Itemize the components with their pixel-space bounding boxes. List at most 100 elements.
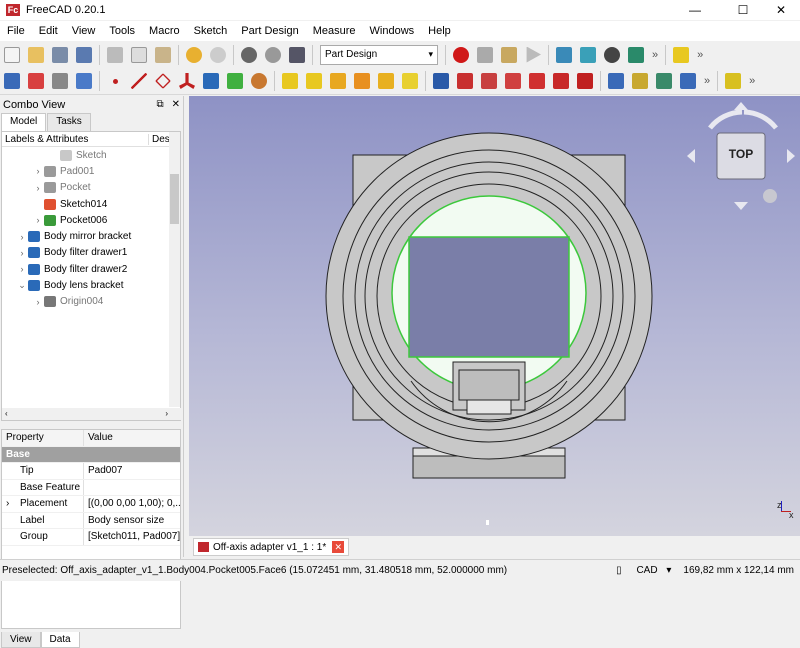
- menu-sketch[interactable]: Sketch: [187, 25, 235, 37]
- down-arrow-icon[interactable]: [734, 202, 748, 210]
- close-window-button[interactable]: ✕: [760, 0, 800, 20]
- tree-item[interactable]: Sketch014: [2, 196, 180, 212]
- record-macro-icon[interactable]: [450, 44, 472, 66]
- chevron-right-icon[interactable]: ›: [32, 166, 44, 176]
- additive-primitive-icon[interactable]: [399, 70, 421, 92]
- pocket-icon[interactable]: [430, 70, 452, 92]
- whats-this-icon[interactable]: [286, 44, 308, 66]
- menu-view[interactable]: View: [65, 25, 103, 37]
- close-panel-icon[interactable]: ✕: [172, 99, 180, 110]
- toolbar-overflow-icon[interactable]: »: [700, 75, 714, 87]
- chevron-right-icon[interactable]: ›: [32, 183, 44, 193]
- datum-point-icon[interactable]: [104, 70, 126, 92]
- validate-sketch-icon[interactable]: [49, 70, 71, 92]
- expand-icon[interactable]: ›: [6, 498, 20, 509]
- tree-column-labels[interactable]: Labels & Attributes: [2, 133, 149, 145]
- subtractive-helix-icon[interactable]: [550, 70, 572, 92]
- up-arrow-icon[interactable]: [734, 102, 748, 110]
- copy-icon[interactable]: [128, 44, 150, 66]
- open-folder-icon[interactable]: [25, 44, 47, 66]
- property-value[interactable]: [(0,00 0,00 1,00); 0,...: [84, 498, 180, 509]
- clone-body-icon[interactable]: [248, 70, 270, 92]
- create-sketch-icon[interactable]: [25, 70, 47, 92]
- close-document-icon[interactable]: ✕: [332, 541, 345, 553]
- subtractive-loft-icon[interactable]: [502, 70, 524, 92]
- additive-loft-icon[interactable]: [327, 70, 349, 92]
- maximize-button[interactable]: ☐: [722, 0, 764, 20]
- bounding-box-icon[interactable]: [625, 44, 647, 66]
- menu-tools[interactable]: Tools: [102, 25, 142, 37]
- property-group-base[interactable]: Base: [2, 446, 180, 463]
- chevron-right-icon[interactable]: ›: [16, 232, 28, 242]
- local-cs-icon[interactable]: [176, 70, 198, 92]
- property-row[interactable]: Base Feature: [2, 479, 180, 496]
- linear-pattern-icon[interactable]: [629, 70, 651, 92]
- draw-style-icon[interactable]: [601, 44, 623, 66]
- workbench-selector[interactable]: Part Design ▾: [320, 44, 438, 65]
- scroll-left-icon[interactable]: ‹: [5, 409, 8, 418]
- tab-data[interactable]: Data: [40, 632, 80, 648]
- additive-helix-icon[interactable]: [375, 70, 397, 92]
- menu-windows[interactable]: Windows: [363, 25, 422, 37]
- subshape-binder-icon[interactable]: [224, 70, 246, 92]
- tree-item[interactable]: › Pocket: [2, 180, 180, 196]
- tree-item[interactable]: Sketch: [2, 147, 180, 163]
- save-icon[interactable]: [49, 44, 71, 66]
- clone-icon[interactable]: [73, 70, 95, 92]
- toolbar-overflow-icon[interactable]: »: [648, 49, 662, 61]
- redo-icon[interactable]: [207, 44, 229, 66]
- mirrored-icon[interactable]: [605, 70, 627, 92]
- cut-icon[interactable]: [104, 44, 126, 66]
- revolution-icon[interactable]: [303, 70, 325, 92]
- property-row[interactable]: Group [Sketch011, Pad007]: [2, 529, 180, 546]
- tree-item[interactable]: ⌄ Body lens bracket: [2, 277, 180, 293]
- subtractive-pipe-icon[interactable]: [526, 70, 548, 92]
- stop-macro-icon[interactable]: [474, 44, 496, 66]
- rotate-right-arrow[interactable]: [743, 109, 778, 130]
- save-as-icon[interactable]: [73, 44, 95, 66]
- chevron-right-icon[interactable]: ›: [32, 297, 44, 307]
- rotate-left-arrow[interactable]: [708, 109, 743, 130]
- scrollbar-thumb[interactable]: [170, 174, 179, 224]
- chevron-right-icon[interactable]: ›: [16, 248, 28, 258]
- tree-item[interactable]: › Pad001: [2, 163, 180, 179]
- recompute-icon[interactable]: [262, 44, 284, 66]
- fit-selection-icon[interactable]: [577, 44, 599, 66]
- tree-item[interactable]: › Body filter drawer2: [2, 261, 180, 277]
- run-macro-icon[interactable]: [522, 44, 544, 66]
- nav-style-selector[interactable]: ▯ CAD ▾: [604, 565, 677, 576]
- property-row[interactable]: Tip Pad007: [2, 463, 180, 480]
- navigation-cube[interactable]: TOP: [682, 98, 800, 216]
- tree-column-description[interactable]: Des: [149, 134, 170, 145]
- chevron-right-icon[interactable]: ›: [16, 264, 28, 274]
- 3d-viewport[interactable]: TOP z x: [189, 96, 800, 536]
- multi-transform-icon[interactable]: [677, 70, 699, 92]
- menu-help[interactable]: Help: [421, 25, 458, 37]
- view-menu-icon[interactable]: [763, 189, 777, 203]
- measure-icon[interactable]: [722, 70, 744, 92]
- datum-plane-icon[interactable]: [152, 70, 174, 92]
- new-document-icon[interactable]: [1, 44, 23, 66]
- menu-edit[interactable]: Edit: [32, 25, 65, 37]
- menu-part-design[interactable]: Part Design: [234, 25, 305, 37]
- pad-icon[interactable]: [279, 70, 301, 92]
- tab-tasks[interactable]: Tasks: [47, 113, 91, 131]
- property-row[interactable]: › Placement [(0,00 0,00 1,00); 0,...: [2, 496, 180, 513]
- chevron-right-icon[interactable]: ›: [32, 215, 44, 225]
- datum-line-icon[interactable]: [128, 70, 150, 92]
- tree-vertical-scrollbar[interactable]: [169, 132, 180, 407]
- menu-file[interactable]: File: [0, 25, 32, 37]
- refresh-check-icon[interactable]: [238, 44, 260, 66]
- toolbar-overflow-icon[interactable]: »: [693, 49, 707, 61]
- property-value[interactable]: Body sensor size: [84, 515, 180, 526]
- chevron-down-icon[interactable]: ⌄: [16, 280, 28, 291]
- part-cube-icon[interactable]: [670, 44, 692, 66]
- subtractive-primitive-icon[interactable]: [574, 70, 596, 92]
- paste-icon[interactable]: [152, 44, 174, 66]
- right-arrow-icon[interactable]: [787, 149, 795, 163]
- menu-measure[interactable]: Measure: [306, 25, 363, 37]
- property-value[interactable]: [Sketch011, Pad007]: [84, 531, 180, 542]
- create-body-icon[interactable]: [1, 70, 23, 92]
- groove-icon[interactable]: [478, 70, 500, 92]
- property-value[interactable]: Pad007: [84, 465, 180, 476]
